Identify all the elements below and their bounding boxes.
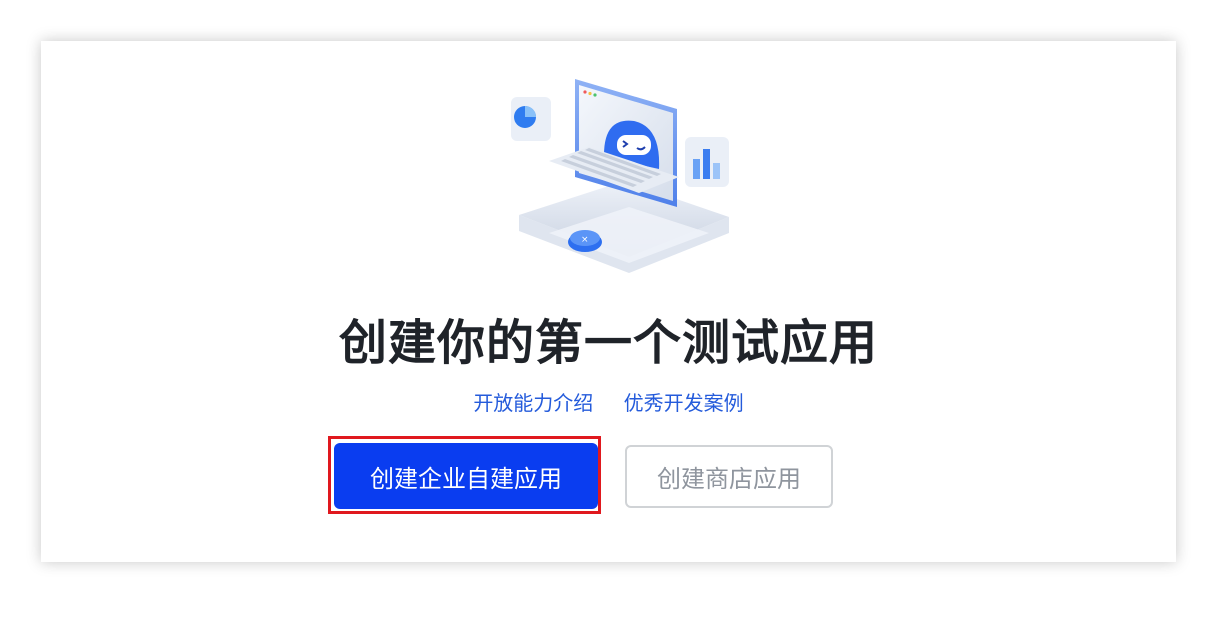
svg-text:×: × xyxy=(581,235,589,245)
empty-state-card: × 创建你的第一个测试应用 开放能力介绍 优秀开发案例 创建企业自建应用 创建商… xyxy=(41,41,1176,562)
page: × 创建你的第一个测试应用 开放能力介绍 优秀开发案例 创建企业自建应用 创建商… xyxy=(0,0,1222,620)
capability-intro-link[interactable]: 开放能力介绍 xyxy=(473,391,593,415)
robot-laptop-illustration: × xyxy=(511,79,729,273)
dev-cases-link[interactable]: 优秀开发案例 xyxy=(624,391,744,415)
create-enterprise-app-button[interactable]: 创建企业自建应用 xyxy=(334,443,598,509)
create-store-app-button[interactable]: 创建商店应用 xyxy=(625,445,833,508)
help-links: 开放能力介绍 优秀开发案例 xyxy=(41,387,1176,416)
page-title: 创建你的第一个测试应用 xyxy=(338,315,878,371)
